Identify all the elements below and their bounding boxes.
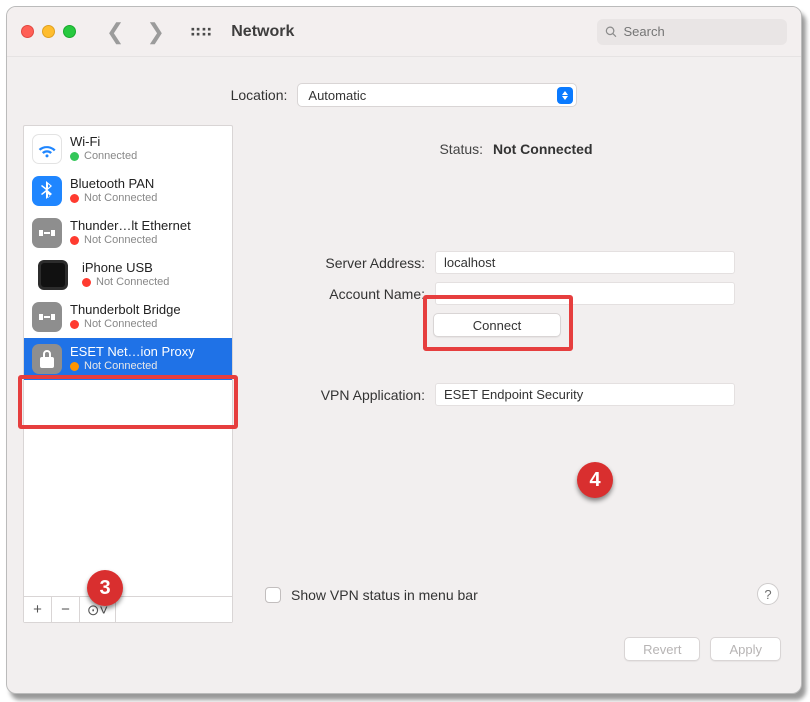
revert-button[interactable]: Revert <box>624 637 700 661</box>
show-vpn-status-label: Show VPN status in menu bar <box>291 587 478 603</box>
iphone-icon <box>38 260 68 290</box>
toolbar-spacer <box>116 597 232 622</box>
sidebar-item-label: Bluetooth PAN <box>70 177 157 192</box>
body: Wi-Fi Connected Bluetooth PAN Not Connec… <box>7 125 801 623</box>
ethernet-icon <box>32 218 62 248</box>
main-panel: Status: Not Connected Server Address: Ac… <box>247 125 785 623</box>
sidebar-item-label: Wi-Fi <box>70 135 137 150</box>
nav-arrows: ❮ ❯ <box>106 21 165 43</box>
server-address-label: Server Address: <box>247 255 425 271</box>
status-dot-icon <box>70 236 79 245</box>
annotation-badge-3: 3 <box>87 570 123 606</box>
status-dot-icon <box>70 194 79 203</box>
sidebar-item-label: Thunderbolt Bridge <box>70 303 181 318</box>
status-value: Not Connected <box>493 141 593 157</box>
status-dot-icon <box>70 320 79 329</box>
sidebar-item-status: Not Connected <box>84 234 157 247</box>
sidebar-item-label: Thunder…lt Ethernet <box>70 219 191 234</box>
sidebar-item-status: Not Connected <box>84 318 157 331</box>
sidebar-item-label: ESET Net…ion Proxy <box>70 345 195 360</box>
sidebar-item-thunderbolt-bridge[interactable]: Thunderbolt Bridge Not Connected <box>24 296 232 338</box>
window-title: Network <box>231 23 294 41</box>
sidebar-item-status: Connected <box>84 150 137 163</box>
vpn-form: Server Address: Account Name: Connect VP… <box>247 251 785 406</box>
help-button[interactable]: ? <box>757 583 779 605</box>
status-dot-icon <box>70 362 79 371</box>
network-service-list: Wi-Fi Connected Bluetooth PAN Not Connec… <box>23 125 233 623</box>
close-window-button[interactable] <box>21 25 34 38</box>
sidebar-item-status: Not Connected <box>96 276 169 289</box>
vpn-application-field <box>435 383 735 406</box>
sidebar-item-status: Not Connected <box>84 192 157 205</box>
footer-buttons: Revert Apply <box>7 623 801 661</box>
search-icon <box>605 25 618 39</box>
server-address-input[interactable] <box>435 251 735 274</box>
zoom-window-button[interactable] <box>63 25 76 38</box>
sidebar-item-wifi[interactable]: Wi-Fi Connected <box>24 128 232 170</box>
minimize-window-button[interactable] <box>42 25 55 38</box>
back-button[interactable]: ❮ <box>106 21 124 43</box>
add-service-button[interactable]: + <box>24 597 52 622</box>
show-vpn-status-checkbox[interactable] <box>265 587 281 603</box>
preferences-window: ❮ ❯ ⠶⠶ Network Location: Automatic <box>6 6 802 694</box>
show-all-icon[interactable]: ⠶⠶ <box>189 21 211 42</box>
vpn-application-label: VPN Application: <box>247 387 425 403</box>
show-vpn-status-row[interactable]: Show VPN status in menu bar <box>265 587 478 603</box>
wifi-icon <box>32 134 62 164</box>
status-row: Status: Not Connected <box>247 125 785 165</box>
sidebar-item-label: iPhone USB <box>82 261 169 276</box>
sidebar-item-bluetooth-pan[interactable]: Bluetooth PAN Not Connected <box>24 170 232 212</box>
forward-button[interactable]: ❯ <box>146 21 164 43</box>
thunderbolt-icon <box>32 302 62 332</box>
search-field[interactable] <box>597 19 787 45</box>
sidebar-toolbar: + − ⊙˅ <box>24 596 232 622</box>
status-dot-icon <box>82 278 91 287</box>
chevron-up-down-icon <box>557 87 573 104</box>
status-dot-icon <box>70 152 79 161</box>
search-input[interactable] <box>624 24 779 39</box>
sidebar-item-status: Not Connected <box>84 360 157 373</box>
location-value: Automatic <box>308 88 366 103</box>
sidebar-item-thunderbolt-ethernet[interactable]: Thunder…lt Ethernet Not Connected <box>24 212 232 254</box>
account-name-label: Account Name: <box>247 286 425 302</box>
sidebar-item-iphone-usb[interactable]: iPhone USB Not Connected <box>24 254 232 296</box>
lock-icon <box>32 344 62 374</box>
location-label: Location: <box>231 87 288 103</box>
remove-service-button[interactable]: − <box>52 597 80 622</box>
sidebar-items: Wi-Fi Connected Bluetooth PAN Not Connec… <box>24 126 232 596</box>
location-select[interactable]: Automatic <box>297 83 577 107</box>
annotation-badge-4: 4 <box>577 462 613 498</box>
apply-button[interactable]: Apply <box>710 637 781 661</box>
bluetooth-icon <box>32 176 62 206</box>
status-label: Status: <box>439 141 483 157</box>
sidebar-item-eset-proxy[interactable]: ESET Net…ion Proxy Not Connected <box>24 338 232 380</box>
titlebar: ❮ ❯ ⠶⠶ Network <box>7 7 801 57</box>
window-controls <box>21 25 76 38</box>
annotation-highlight-4 <box>423 295 573 351</box>
location-row: Location: Automatic <box>7 57 801 125</box>
